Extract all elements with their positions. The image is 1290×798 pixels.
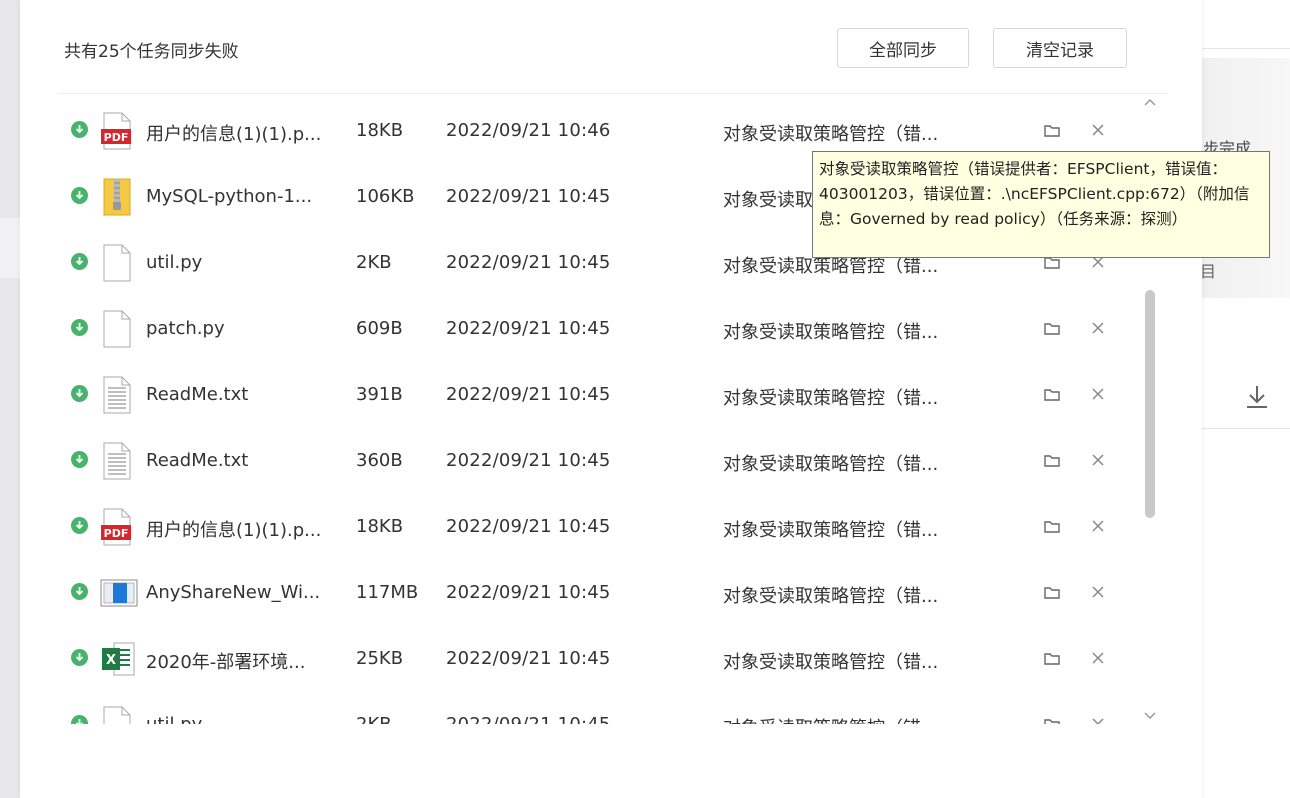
task-row[interactable]: patch.py 609B 2022/09/21 10:45 对象受读取策略管控（错.…: [20, 304, 1202, 370]
task-time: 2022/09/21 10:45: [446, 186, 611, 207]
file-name: util.py: [146, 252, 203, 273]
blank-file-icon: [100, 244, 134, 282]
open-folder-icon[interactable]: [1043, 123, 1061, 139]
open-folder-icon[interactable]: [1043, 519, 1061, 535]
scroll-up-icon[interactable]: [1142, 96, 1158, 110]
file-name: 用户的信息(1)(1).p...: [146, 124, 322, 145]
remove-task-icon[interactable]: [1088, 120, 1108, 140]
excel-file-icon: X: [100, 640, 135, 678]
background-divider: [1200, 48, 1290, 49]
remove-task-icon[interactable]: [1088, 648, 1108, 668]
error-message[interactable]: 对象受读取策略管控（错...: [723, 384, 938, 410]
file-size: 2KB: [356, 714, 392, 724]
task-time: 2022/09/21 10:45: [446, 384, 611, 405]
error-message[interactable]: 对象受读取策略管控（错...: [723, 120, 938, 146]
svg-text:X: X: [106, 653, 116, 668]
task-row[interactable]: ReadMe.txt 391B 2022/09/21 10:45 对象受读取策略管控（…: [20, 370, 1202, 436]
task-row[interactable]: ReadMe.txt 360B 2022/09/21 10:45 对象受读取策略管控（…: [20, 436, 1202, 502]
task-time: 2022/09/21 10:45: [446, 318, 611, 339]
task-time: 2022/09/21 10:45: [446, 582, 611, 603]
file-size: 2KB: [356, 252, 392, 273]
zip-file-icon: [100, 178, 134, 216]
file-name: ReadMe.txt: [146, 450, 249, 471]
sync-status-icon: [71, 385, 88, 402]
text-file-icon: [100, 442, 134, 480]
blank-file-icon: [100, 310, 134, 348]
error-message[interactable]: 对象受读取策略管控（错...: [723, 714, 938, 724]
file-size: 117MB: [356, 582, 419, 603]
background-fragment-text: 目: [1200, 262, 1217, 281]
task-time: 2022/09/21 10:45: [446, 714, 611, 724]
background-left-strip: [0, 218, 20, 278]
file-size: 18KB: [356, 120, 404, 141]
scroll-down-icon[interactable]: [1142, 708, 1158, 722]
file-size: 25KB: [356, 648, 404, 669]
remove-task-icon[interactable]: [1088, 384, 1108, 404]
text-file-icon: [100, 376, 134, 414]
sync-status-icon: [71, 715, 88, 724]
task-row[interactable]: util.py 2KB 2022/09/21 10:45 对象受读取策略管控（错...: [20, 700, 1202, 724]
sync-status-icon: [71, 253, 88, 270]
error-message[interactable]: 对象受读取策略管控（错...: [723, 318, 938, 344]
background-divider: [1200, 428, 1290, 429]
sync-status-icon: [71, 187, 88, 204]
sync-failure-panel: 共有25个任务同步失败 全部同步 清空记录 PDF 用户的信息(1)(1).p..…: [20, 0, 1202, 798]
file-name: 用户的信息(1)(1).p...: [146, 520, 322, 541]
task-time: 2022/09/21 10:45: [446, 516, 611, 537]
sync-status-icon: [71, 121, 88, 138]
sync-status-icon: [71, 517, 88, 534]
clear-records-button[interactable]: 清空记录: [993, 28, 1127, 68]
sync-status-icon: [71, 319, 88, 336]
task-time: 2022/09/21 10:45: [446, 648, 611, 669]
file-size: 609B: [356, 318, 403, 339]
download-icon[interactable]: [1244, 383, 1270, 411]
file-name: AnyShareNew_Wi...: [146, 582, 321, 603]
error-message[interactable]: 对象受读取策略管控（错...: [723, 648, 938, 674]
open-folder-icon[interactable]: [1043, 717, 1061, 724]
error-message[interactable]: 对象受读取策略管控（错...: [723, 582, 938, 608]
task-time: 2022/09/21 10:45: [446, 450, 611, 471]
open-folder-icon[interactable]: [1043, 387, 1061, 403]
remove-task-icon[interactable]: [1088, 516, 1108, 536]
file-size: 18KB: [356, 516, 404, 537]
svg-text:PDF: PDF: [104, 131, 129, 144]
svg-text:PDF: PDF: [104, 527, 129, 540]
file-name: 2020年-部署环境...: [146, 652, 306, 673]
file-size: 360B: [356, 450, 403, 471]
sync-all-button[interactable]: 全部同步: [837, 28, 969, 68]
pdf-file-icon: PDF: [100, 112, 134, 150]
installer-file-icon: [100, 574, 138, 612]
task-row[interactable]: PDF 用户的信息(1)(1).p... 18KB 2022/09/21 10:45 对…: [20, 502, 1202, 568]
open-folder-icon[interactable]: [1043, 585, 1061, 601]
failure-count-title: 共有25个任务同步失败: [64, 42, 239, 62]
task-row[interactable]: AnyShareNew_Wi... 117MB 2022/09/21 10:45 对象…: [20, 568, 1202, 634]
error-message[interactable]: 对象受读取策略管控（错...: [723, 450, 938, 476]
task-time: 2022/09/21 10:46: [446, 120, 611, 141]
pdf-file-icon: PDF: [100, 508, 134, 546]
file-name: patch.py: [146, 318, 225, 339]
scrollbar-thumb[interactable]: [1145, 290, 1155, 518]
remove-task-icon[interactable]: [1088, 714, 1108, 724]
open-folder-icon[interactable]: [1043, 651, 1061, 667]
file-name: MySQL-python-1...: [146, 186, 313, 207]
blank-file-icon: [100, 706, 134, 724]
sync-status-icon: [71, 583, 88, 600]
file-name: util.py: [146, 714, 202, 724]
sync-status-icon: [71, 649, 88, 666]
remove-task-icon[interactable]: [1088, 450, 1108, 470]
error-tooltip: 对象受读取策略管控（错误提供者：EFSPClient，错误值：403001203…: [812, 151, 1270, 258]
error-message[interactable]: 对象受读取策略管控（错...: [723, 516, 938, 542]
file-name: ReadMe.txt: [146, 384, 249, 405]
file-size: 106KB: [356, 186, 415, 207]
file-size: 391B: [356, 384, 403, 405]
open-folder-icon[interactable]: [1043, 321, 1061, 337]
sync-status-icon: [71, 451, 88, 468]
remove-task-icon[interactable]: [1088, 582, 1108, 602]
remove-task-icon[interactable]: [1088, 318, 1108, 338]
task-row[interactable]: X 2020年-部署环境... 25KB 2022/09/21 10:45 对象受读取策…: [20, 634, 1202, 700]
open-folder-icon[interactable]: [1043, 453, 1061, 469]
task-time: 2022/09/21 10:45: [446, 252, 611, 273]
